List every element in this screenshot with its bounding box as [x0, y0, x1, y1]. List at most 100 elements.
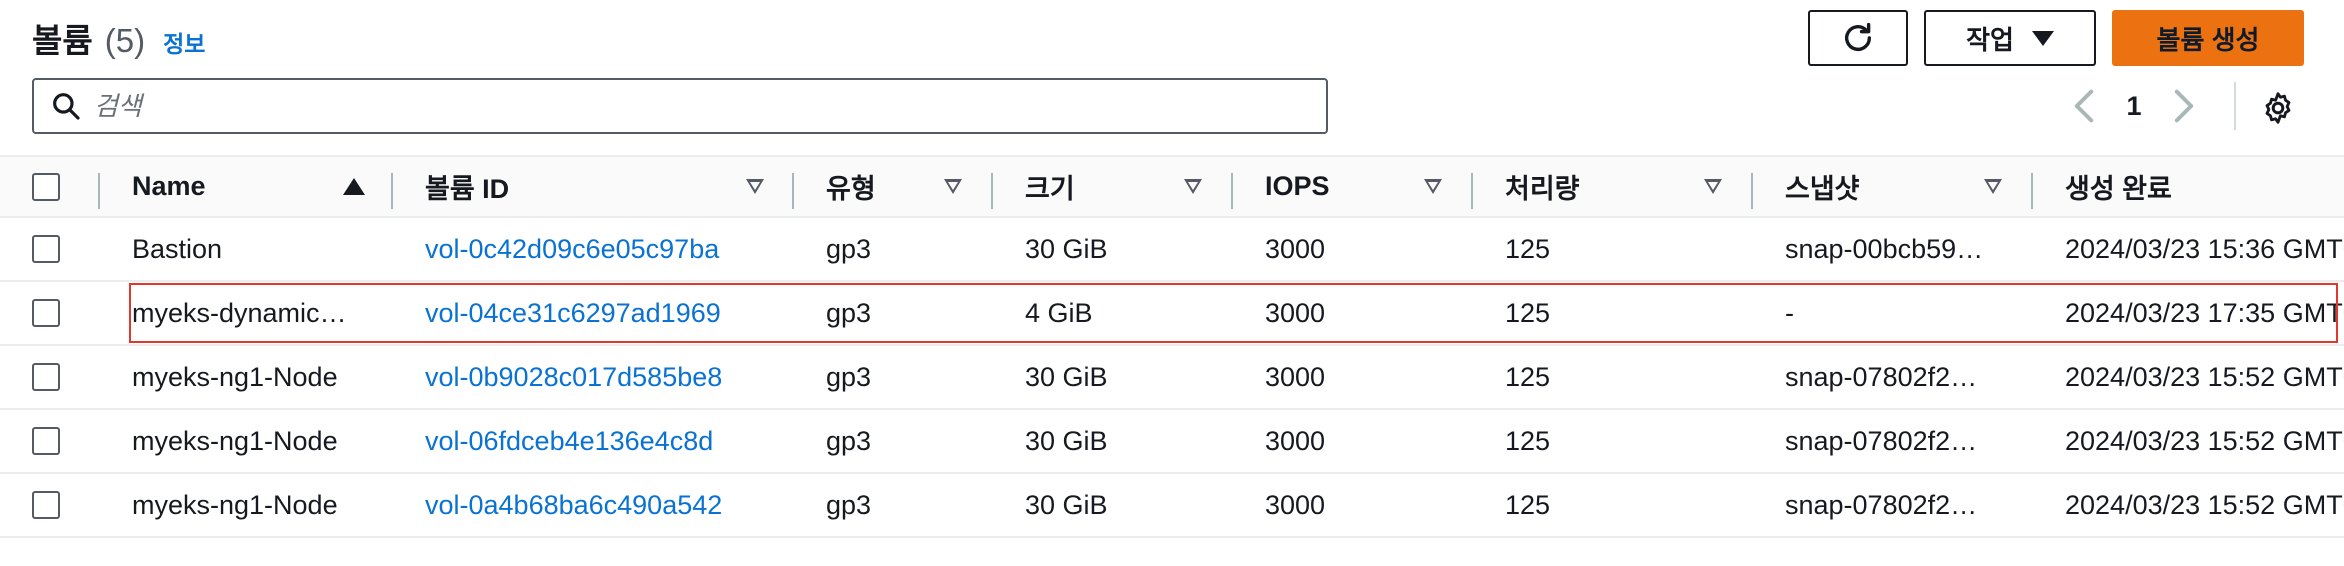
column-header-type[interactable]: 유형: [826, 157, 876, 216]
search-icon: [53, 93, 80, 120]
cell-snapshot: -: [1785, 297, 1794, 328]
cell-created: 2024/03/23 15:36 GMT+9: [2065, 233, 2344, 264]
cell-iops: 3000: [1265, 489, 1326, 520]
cell-size: 4 GiB: [1025, 297, 1093, 328]
cell-type: gp3: [826, 233, 872, 264]
search-input[interactable]: [94, 90, 1274, 122]
row-select-cell: [32, 474, 60, 536]
column-resizer[interactable]: [991, 173, 993, 209]
column-header-throughput[interactable]: 처리량: [1505, 157, 1580, 216]
table-row[interactable]: myeks-ng1-Node vol-06fdceb4e136e4c8d gp3 30…: [0, 410, 2344, 474]
cell-throughput: 125: [1505, 233, 1551, 264]
cell-name: myeks-ng1-Node: [132, 361, 338, 392]
column-header-created[interactable]: 생성 완료: [2065, 157, 2172, 216]
column-resizer[interactable]: [1231, 173, 1233, 209]
volumes-table: Name 볼륨 ID 유형 크기 IOPS 처리량 스냅샷 생성 완료 Bast…: [0, 155, 2344, 538]
cell-created: 2024/03/23 15:52 GMT+9: [2065, 425, 2344, 456]
column-resizer[interactable]: [1471, 173, 1473, 209]
sort-ascending-icon[interactable]: [339, 157, 369, 216]
cell-snapshot: snap-07802f2…: [1785, 489, 1978, 520]
current-page-number[interactable]: 1: [2104, 91, 2164, 122]
preferences-button[interactable]: [2256, 86, 2300, 130]
previous-page-button[interactable]: [2064, 82, 2104, 130]
cell-type: gp3: [826, 489, 872, 520]
cell-type: gp3: [826, 425, 872, 456]
next-page-button[interactable]: [2164, 82, 2204, 130]
row-select-cell: [32, 218, 60, 280]
cell-iops: 3000: [1265, 361, 1326, 392]
cell-throughput: 125: [1505, 361, 1551, 392]
table-header-row: Name 볼륨 ID 유형 크기 IOPS 처리량 스냅샷 생성 완료: [0, 155, 2344, 218]
cell-throughput: 125: [1505, 425, 1551, 456]
cell-iops: 3000: [1265, 233, 1326, 264]
sort-icon[interactable]: [938, 157, 968, 216]
column-resizer[interactable]: [792, 173, 794, 209]
select-all-cell: [32, 157, 60, 216]
table-row[interactable]: Bastion vol-0c42d09c6e05c97ba gp3 30 GiB 300…: [0, 218, 2344, 282]
row-checkbox[interactable]: [32, 427, 60, 455]
cell-name: myeks-ng1-Node: [132, 489, 338, 520]
sort-icon[interactable]: [1978, 157, 2008, 216]
row-select-cell: [32, 346, 60, 408]
column-header-name[interactable]: Name: [132, 157, 206, 216]
table-row[interactable]: myeks-ng1-Node vol-0b9028c017d585be8 gp3 30…: [0, 346, 2344, 410]
column-resizer[interactable]: [391, 173, 393, 209]
column-header-size[interactable]: 크기: [1025, 157, 1075, 216]
info-link[interactable]: 정보: [163, 25, 205, 59]
select-all-checkbox[interactable]: [32, 172, 60, 201]
cell-type: gp3: [826, 361, 872, 392]
title-area: 볼륨 (5) 정보: [32, 14, 205, 62]
actions-dropdown-button[interactable]: 작업: [1924, 10, 2096, 66]
cell-name: myeks-dynamic…: [132, 297, 347, 328]
table-row[interactable]: myeks-dynamic… vol-04ce31c6297ad1969 gp3 4 …: [0, 282, 2344, 346]
column-resizer[interactable]: [2031, 173, 2033, 209]
chevron-right-icon: [2174, 89, 2194, 123]
column-header-volume-id[interactable]: 볼륨 ID: [425, 157, 509, 216]
cell-volume-id[interactable]: vol-0b9028c017d585be8: [425, 346, 785, 408]
cell-created: 2024/03/23 15:52 GMT+9: [2065, 489, 2344, 520]
pagination-divider: [2234, 82, 2236, 130]
row-checkbox[interactable]: [32, 363, 60, 391]
cell-size: 30 GiB: [1025, 361, 1108, 392]
column-divider: [98, 173, 100, 209]
row-checkbox[interactable]: [32, 491, 60, 519]
cell-size: 30 GiB: [1025, 425, 1108, 456]
sort-icon[interactable]: [1418, 157, 1448, 216]
search-box[interactable]: [32, 78, 1328, 134]
table-body: Bastion vol-0c42d09c6e05c97ba gp3 30 GiB 300…: [0, 218, 2344, 538]
cell-volume-id[interactable]: vol-0c42d09c6e05c97ba: [425, 218, 785, 280]
gear-icon: [2265, 92, 2291, 124]
cell-name: myeks-ng1-Node: [132, 425, 338, 456]
cell-throughput: 125: [1505, 297, 1551, 328]
column-resizer[interactable]: [1751, 173, 1753, 209]
create-volume-button[interactable]: 볼륨 생성: [2112, 10, 2304, 66]
actions-label: 작업: [1966, 24, 2014, 55]
sort-icon[interactable]: [1698, 157, 1728, 216]
page-header: 볼륨 (5) 정보 작업 볼륨 생성 1: [0, 0, 2344, 150]
cell-size: 30 GiB: [1025, 489, 1108, 520]
cell-type: gp3: [826, 297, 872, 328]
volume-count: (5): [104, 22, 146, 59]
row-checkbox[interactable]: [32, 299, 60, 327]
cell-volume-id[interactable]: vol-04ce31c6297ad1969: [425, 282, 785, 344]
cell-iops: 3000: [1265, 425, 1326, 456]
refresh-button[interactable]: [1808, 10, 1908, 66]
caret-down-icon: [2031, 30, 2054, 46]
cell-snapshot: snap-07802f2…: [1785, 361, 1978, 392]
cell-created: 2024/03/23 17:35 GMT+9: [2065, 297, 2344, 328]
cell-name: Bastion: [132, 233, 223, 264]
column-header-snapshot[interactable]: 스냅샷: [1785, 157, 1860, 216]
table-row[interactable]: myeks-ng1-Node vol-0a4b68ba6c490a542 gp3 30…: [0, 474, 2344, 538]
cell-volume-id[interactable]: vol-06fdceb4e136e4c8d: [425, 410, 785, 472]
cell-volume-id[interactable]: vol-0a4b68ba6c490a542: [425, 474, 785, 536]
row-checkbox[interactable]: [32, 235, 60, 263]
cell-throughput: 125: [1505, 489, 1551, 520]
cell-created: 2024/03/23 15:52 GMT+9: [2065, 361, 2344, 392]
row-select-cell: [32, 282, 60, 344]
pagination: 1: [2064, 82, 2204, 130]
sort-icon[interactable]: [740, 157, 770, 216]
row-select-cell: [32, 410, 60, 472]
cell-iops: 3000: [1265, 297, 1326, 328]
column-header-iops[interactable]: IOPS: [1265, 157, 1330, 216]
sort-icon[interactable]: [1178, 157, 1208, 216]
